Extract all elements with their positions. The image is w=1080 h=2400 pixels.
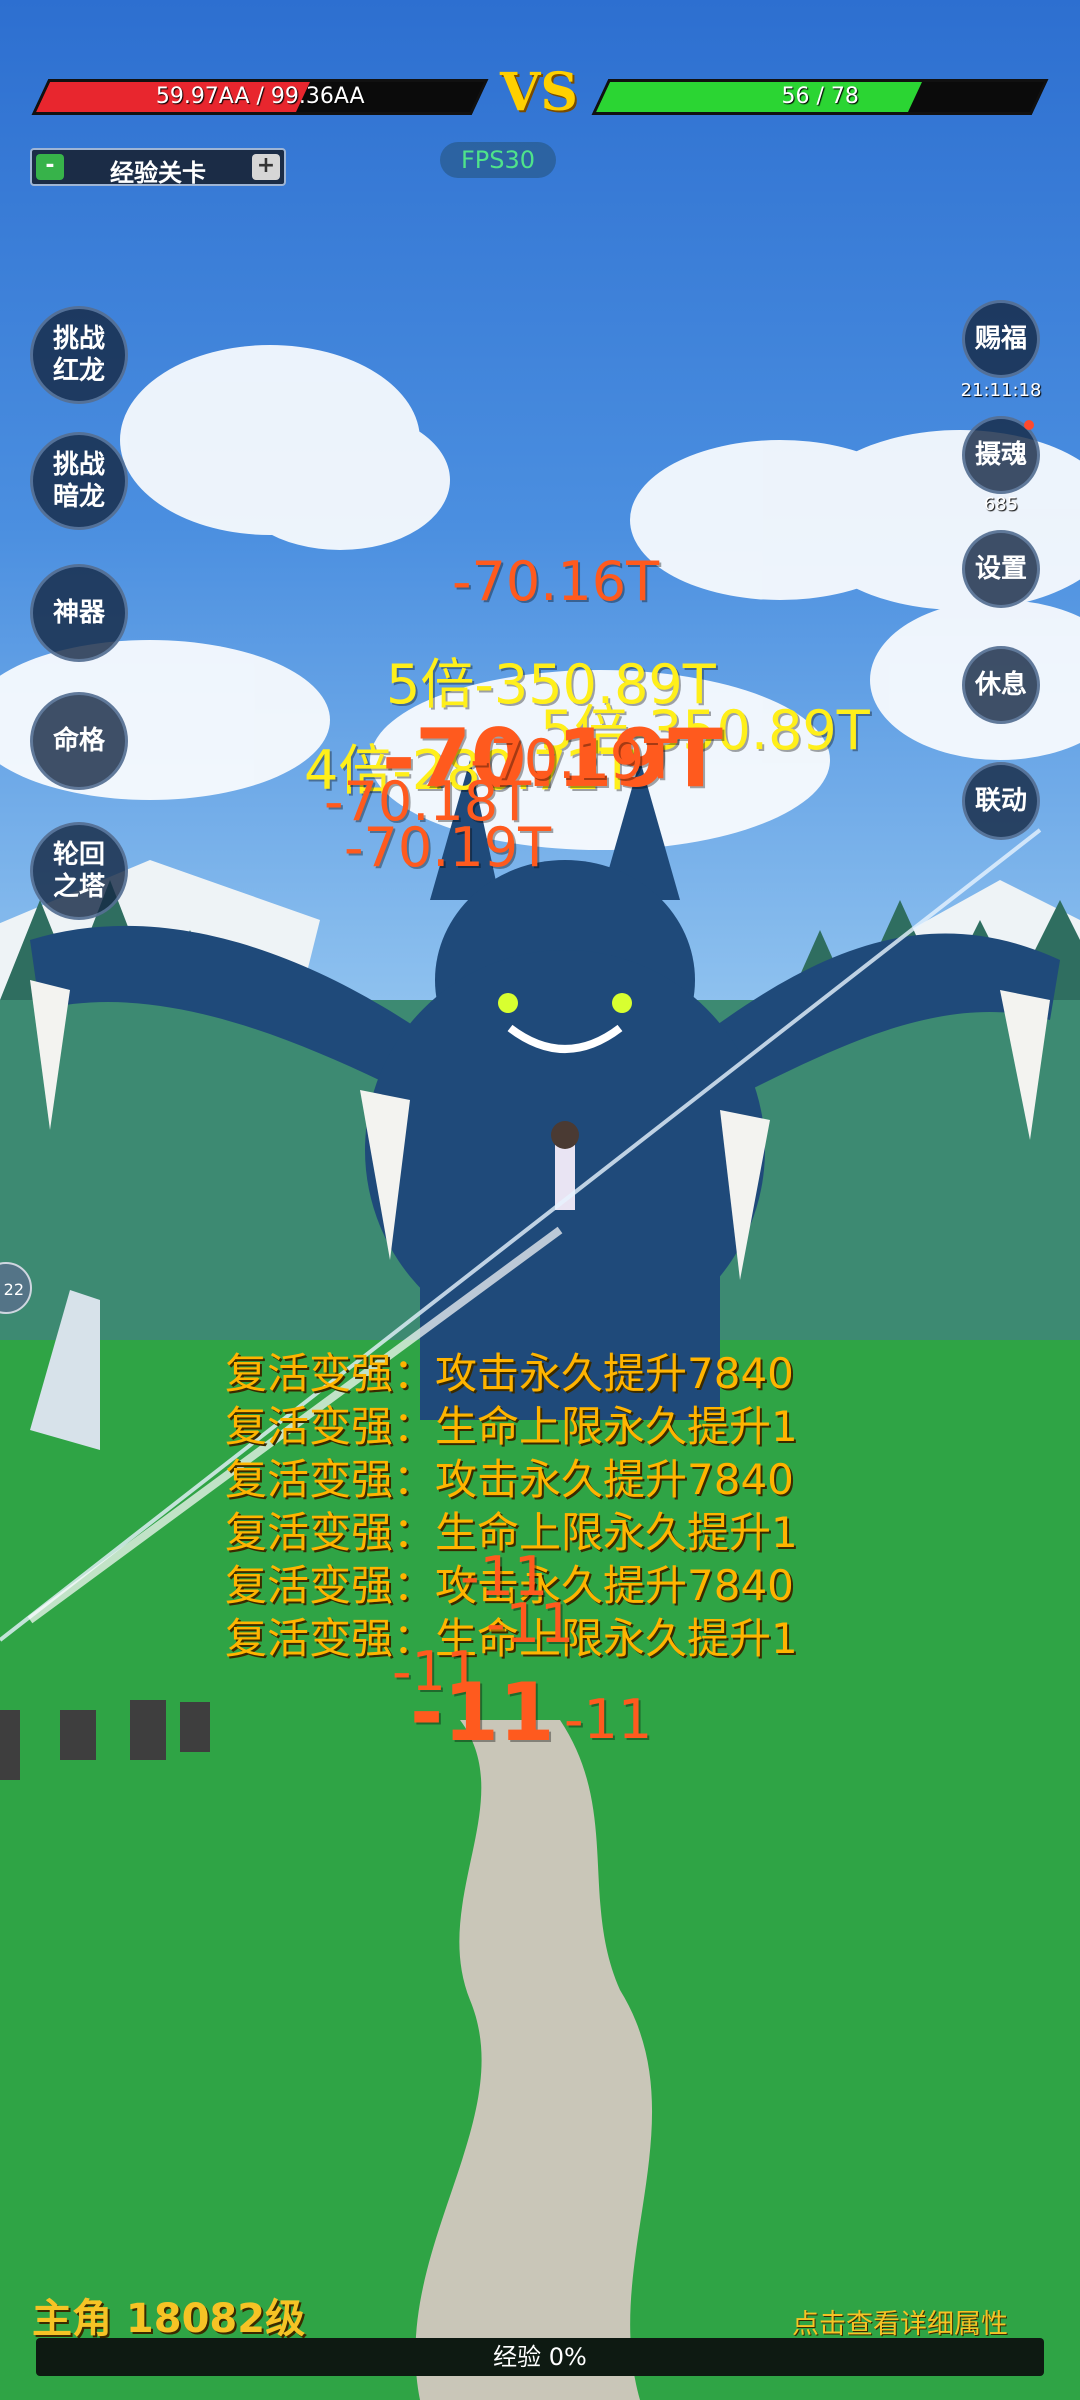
challenge-dark-dragon-button[interactable]: 挑战 暗龙 [30, 432, 128, 530]
experience-text: 经验 0% [493, 2343, 587, 2371]
fps-counter: FPS30 [440, 142, 556, 178]
experience-bar: 经验 0% [36, 2338, 1044, 2376]
fate-button[interactable]: 命格 [30, 692, 128, 790]
vs-label: VS [500, 62, 578, 123]
damage-number: -11 [564, 1688, 653, 1751]
challenge-red-dragon-button[interactable]: 挑战 红龙 [30, 306, 128, 404]
scene-illustration [0, 345, 1080, 2400]
reincarnation-tower-button[interactable]: 轮回 之塔 [30, 822, 128, 920]
blessing-timer: 21:11:18 [960, 380, 1042, 401]
stage-selector: - 经验关卡 + [30, 148, 286, 187]
enemy-hp-bar: 56 / 78 [591, 79, 1049, 115]
stage-prev-button[interactable]: - [36, 154, 64, 180]
link-button[interactable]: 联动 [962, 762, 1040, 840]
view-details-link[interactable]: 点击查看详细属性 [792, 2302, 1008, 2341]
player-level: 主角 18082级 [32, 2296, 306, 2342]
settings-button[interactable]: 设置 [962, 530, 1040, 608]
buff-message: 复活变强：生命上限永久提升1 [225, 1402, 798, 1451]
rest-button[interactable]: 休息 [962, 646, 1040, 724]
damage-number: -70.19T [344, 816, 552, 879]
buff-message: 复活变强：攻击永久提升7840 [225, 1455, 794, 1504]
enemy-hp-text: 56 / 78 [781, 84, 859, 109]
player-hp-bar: 59.97AA / 99.36AA [31, 79, 489, 115]
buff-message: 复活变强：攻击永久提升7840 [225, 1349, 794, 1398]
player-hp-text: 59.97AA / 99.36AA [155, 84, 365, 109]
game-scene [0, 0, 1080, 2400]
notification-dot [1024, 420, 1034, 430]
damage-number: -70.16T [452, 550, 660, 613]
stage-label: 经验关卡 [110, 159, 206, 187]
damage-number: -11 [486, 1592, 575, 1655]
stage-next-button[interactable]: + [252, 154, 280, 180]
artifact-button[interactable]: 神器 [30, 564, 128, 662]
damage-number: -11 [410, 1666, 555, 1759]
blessing-button[interactable]: 赐福 [962, 300, 1040, 378]
soul-count: 685 [983, 494, 1019, 515]
